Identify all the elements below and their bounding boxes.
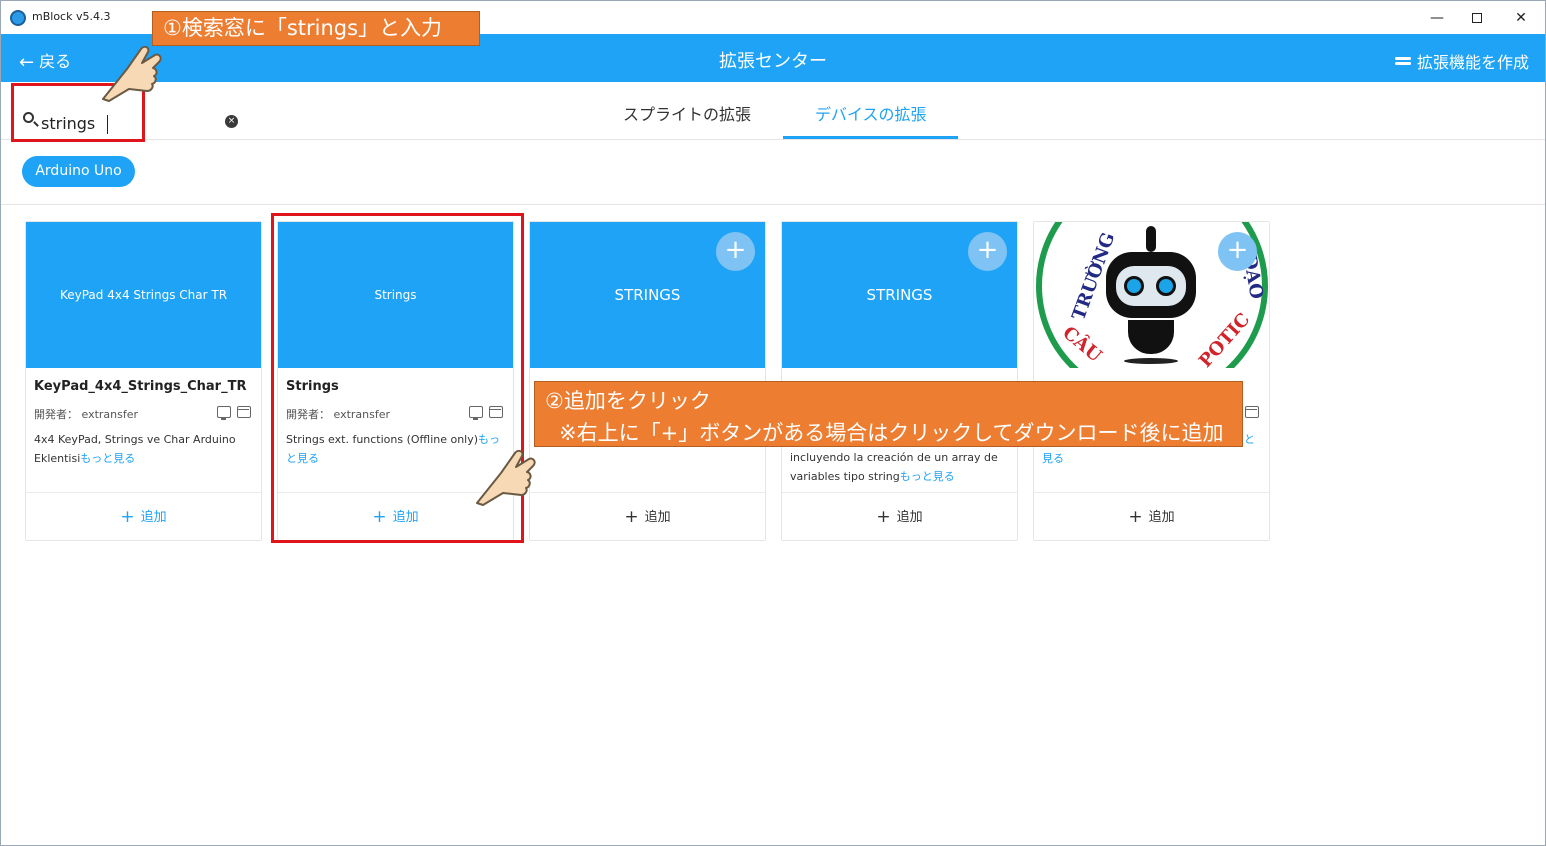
add-label: 追加 (1148, 510, 1175, 525)
robot-face (1116, 266, 1186, 306)
divider (1034, 492, 1269, 493)
tab-sprite-extensions[interactable]: スプライトの拡張 (623, 101, 751, 125)
maximize-icon (1472, 13, 1482, 23)
web-icon (237, 406, 251, 418)
robot-eye (1156, 276, 1176, 296)
minimize-button[interactable]: — (1417, 5, 1457, 31)
more-link[interactable]: もっと見る (900, 470, 955, 483)
tab-device-extensions[interactable]: デバイスの拡張 (815, 101, 927, 125)
robot-shadow (1124, 358, 1178, 364)
download-plus-button[interactable]: + (716, 232, 755, 271)
divider (1, 139, 1545, 140)
close-button[interactable]: ✕ (1501, 5, 1541, 31)
pointing-hand-icon (476, 449, 536, 506)
robot-antenna (1146, 226, 1156, 252)
more-link[interactable]: 見る (1042, 449, 1064, 468)
card-platforms (211, 403, 251, 422)
more-link-fragment[interactable]: と (1244, 430, 1255, 449)
download-plus-button[interactable]: + (1218, 232, 1257, 271)
extension-card: KeyPad 4x4 Strings Char TR KeyPad_4x4_St… (25, 221, 262, 541)
plus-icon: + (876, 507, 891, 527)
more-link[interactable]: もっと見る (80, 452, 135, 465)
card-banner: KeyPad 4x4 Strings Char TR (26, 222, 261, 368)
plus-icon: + (624, 507, 639, 527)
add-button[interactable]: + 追加 (782, 506, 1017, 527)
add-label: 追加 (140, 510, 167, 525)
divider (530, 492, 765, 493)
create-extension-label: 拡張機能を作成 (1416, 53, 1529, 72)
divider (782, 492, 1017, 493)
add-label: 追加 (896, 510, 923, 525)
plus-icon: + (120, 507, 135, 527)
download-plus-button[interactable]: + (968, 232, 1007, 271)
clear-icon[interactable]: × (225, 115, 238, 128)
app-title: mBlock v5.4.3 (32, 10, 111, 23)
add-button[interactable]: + 追加 (1034, 506, 1269, 527)
divider (1, 204, 1545, 205)
app-window: mBlock v5.4.3 — ✕ ←戻る 拡張センター 拡張機能を作成 × ス… (0, 0, 1546, 846)
card-description: incluyendo la creación de un array de va… (790, 448, 1005, 486)
page-title: 拡張センター (719, 51, 827, 72)
maximize-button[interactable] (1457, 5, 1497, 31)
card-author: 開発者： extransfer (34, 408, 139, 421)
pc-icon (217, 406, 231, 420)
step2-line2: ※右上に「+」ボタンがある場合はクリックしてダウンロード後に追加 (559, 421, 1224, 445)
add-button[interactable]: + 追加 (530, 506, 765, 527)
web-icon (1245, 406, 1259, 418)
robot-icon (1106, 252, 1196, 318)
app-logo-icon (10, 10, 26, 26)
card-description: 4x4 KeyPad, Strings ve Char Arduino Ekle… (34, 430, 254, 468)
plus-icon: + (1128, 507, 1143, 527)
step1-callout: ①検索窓に「strings」と入力 (152, 11, 480, 46)
pointing-hand-icon (102, 45, 162, 102)
device-filter-chip[interactable]: Arduino Uno (22, 156, 135, 187)
add-button[interactable]: + 追加 (26, 506, 261, 527)
robot-eye (1124, 276, 1144, 296)
add-label: 追加 (644, 510, 671, 525)
create-extension-icon (1394, 57, 1411, 69)
step2-callout: ②追加をクリック ※右上に「+」ボタンがある場合はクリックしてダウンロード後に追… (534, 381, 1243, 447)
divider (26, 492, 261, 493)
card-description-text: incluyendo la creación de un array de va… (790, 451, 998, 483)
card-name: KeyPad_4x4_Strings_Char_TR (34, 379, 247, 394)
create-extension-button[interactable]: 拡張機能を作成 (1394, 49, 1529, 73)
step2-line1: ②追加をクリック (545, 389, 711, 413)
